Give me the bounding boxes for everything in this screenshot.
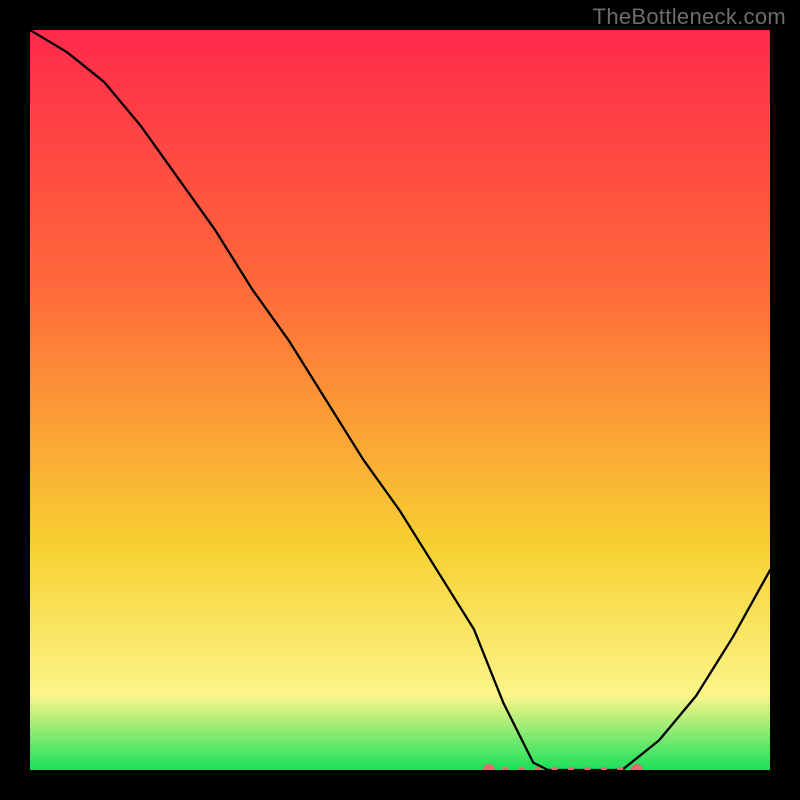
plot-area: [30, 30, 770, 770]
chart-container: TheBottleneck.com: [0, 0, 800, 800]
bottleneck-curve-plot: [30, 30, 770, 770]
gradient-background: [30, 30, 770, 770]
watermark-text: TheBottleneck.com: [593, 4, 786, 30]
